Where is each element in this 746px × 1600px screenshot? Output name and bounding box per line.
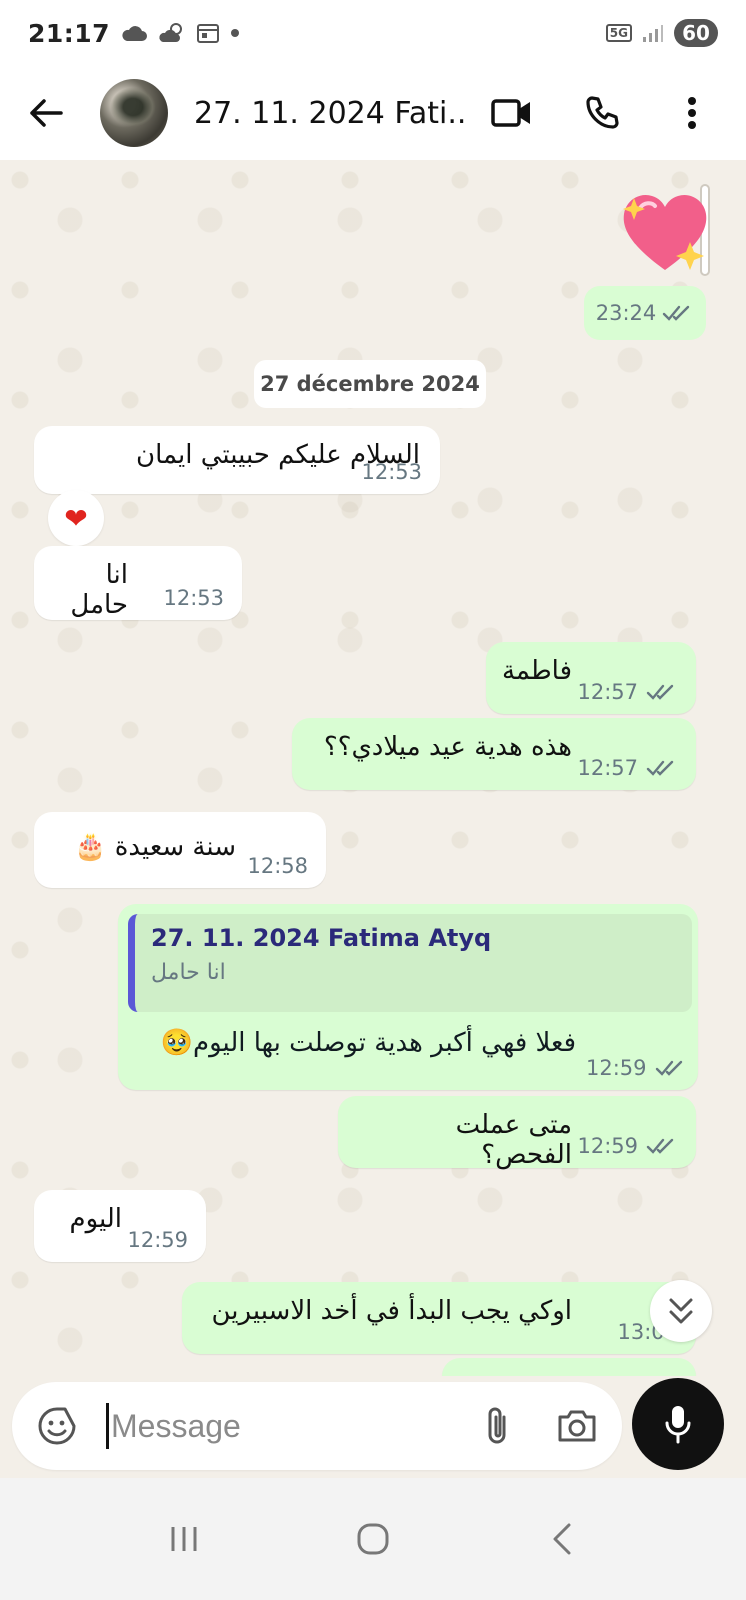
message-bubble-incoming[interactable]: السلام عليكم حبيبتي ايمان 12:53: [34, 426, 440, 494]
message-bubble-outgoing[interactable]: [442, 1358, 696, 1376]
quoted-text: انا حامل: [151, 960, 226, 985]
message-bubble-incoming[interactable]: اليوم 12:59: [34, 1190, 206, 1262]
double-chevron-down-icon: [669, 1298, 693, 1324]
message-composer: [12, 1382, 622, 1470]
home-button[interactable]: [333, 1499, 413, 1579]
quoted-message[interactable]: 27. 11. 2024 Fatima Atyq انا حامل: [128, 914, 692, 1012]
message-time: 12:59: [586, 1056, 647, 1080]
double-check-icon: [646, 1137, 678, 1155]
signal-icon: [642, 23, 664, 43]
message-bubble-incoming[interactable]: سنة سعيدة 🎂 12:58: [34, 812, 326, 888]
message-bubble-outgoing[interactable]: متى عملت الفحص؟ 12:59: [338, 1096, 696, 1170]
heart-icon: ❤: [64, 501, 88, 535]
video-camera-icon: [491, 99, 530, 127]
battery-indicator: 60: [674, 19, 718, 47]
message-bubble-incoming[interactable]: انا حامل 12:53: [34, 546, 242, 620]
more-options-button[interactable]: [660, 81, 724, 145]
message-time: 23:24: [595, 301, 657, 325]
message-text: فعلا فهي أكبر هدية توصلت بها اليوم🥹: [160, 1028, 576, 1058]
avatar[interactable]: [100, 79, 168, 147]
message-time: 12:59: [577, 1134, 638, 1158]
arrow-left-icon: [30, 99, 63, 127]
double-check-icon: [646, 683, 678, 701]
chat-area[interactable]: 23:24 27 décembre 2024 السلام عليكم حبيب…: [0, 160, 746, 1376]
camera-icon: [558, 1410, 596, 1442]
message-meta: 12:59: [586, 1056, 687, 1080]
weather-icon: [158, 22, 186, 44]
date-separator: 27 décembre 2024: [254, 360, 486, 408]
attach-button[interactable]: [470, 1399, 524, 1453]
message-time: 12:57: [577, 680, 638, 704]
microphone-icon: [665, 1406, 691, 1444]
chat-header: 27. 11. 2024 Fati...: [0, 66, 746, 160]
camera-button[interactable]: [550, 1399, 604, 1453]
message-time: 12:53: [163, 586, 224, 610]
back-button[interactable]: [14, 81, 78, 145]
back-nav-button[interactable]: [522, 1499, 602, 1579]
double-check-icon: [655, 1059, 687, 1077]
system-navigation-bar: [0, 1478, 746, 1600]
message-time: 12:59: [127, 1228, 188, 1252]
voice-message-button[interactable]: [632, 1378, 724, 1470]
chevron-left-icon: [553, 1523, 571, 1555]
scroll-to-bottom-button[interactable]: [650, 1280, 712, 1342]
video-call-button[interactable]: [480, 81, 544, 145]
message-bubble-outgoing[interactable]: فاطمة 12:57: [486, 642, 696, 714]
quoted-author: 27. 11. 2024 Fatima Atyq: [151, 924, 492, 952]
message-bubble-outgoing[interactable]: اوكي يجب البدأ في أخد الاسبيرين 13:00: [182, 1282, 696, 1354]
double-check-icon: [662, 304, 694, 322]
recent-apps-icon: [171, 1527, 197, 1551]
more-vertical-icon: [688, 97, 696, 129]
emoji-sticker-button[interactable]: [30, 1399, 84, 1453]
network-type-badge: 5G: [605, 24, 632, 42]
message-time: 12:53: [361, 460, 422, 484]
status-time: 21:17: [28, 18, 111, 48]
voice-call-button[interactable]: [570, 81, 634, 145]
message-time: 12:58: [247, 854, 308, 878]
sticker-timestamp: 23:24: [584, 286, 706, 340]
text-cursor: [106, 1403, 109, 1449]
heart-reaction[interactable]: ❤: [48, 490, 104, 546]
contact-name[interactable]: 27. 11. 2024 Fati...: [194, 96, 464, 131]
message-bubble-outgoing[interactable]: هذه هدية عيد ميلادي؟؟ 12:57: [292, 718, 696, 790]
phone-icon: [586, 96, 619, 129]
message-text: اوكي يجب البدأ في أخد الاسبيرين: [211, 1296, 572, 1326]
paperclip-icon: [488, 1407, 506, 1444]
cloud-icon: [120, 23, 148, 43]
sparkling-heart-sticker[interactable]: [620, 190, 710, 274]
notification-dot-icon: [230, 28, 240, 38]
message-time: 12:57: [577, 756, 638, 780]
calendar-icon: [196, 22, 220, 44]
home-icon: [357, 1523, 389, 1555]
recent-apps-button[interactable]: [144, 1499, 224, 1579]
double-check-icon: [646, 759, 678, 777]
sticker-smile-icon: [38, 1407, 76, 1445]
message-input[interactable]: [111, 1407, 441, 1445]
status-bar: 21:17 5G 60: [0, 0, 746, 66]
